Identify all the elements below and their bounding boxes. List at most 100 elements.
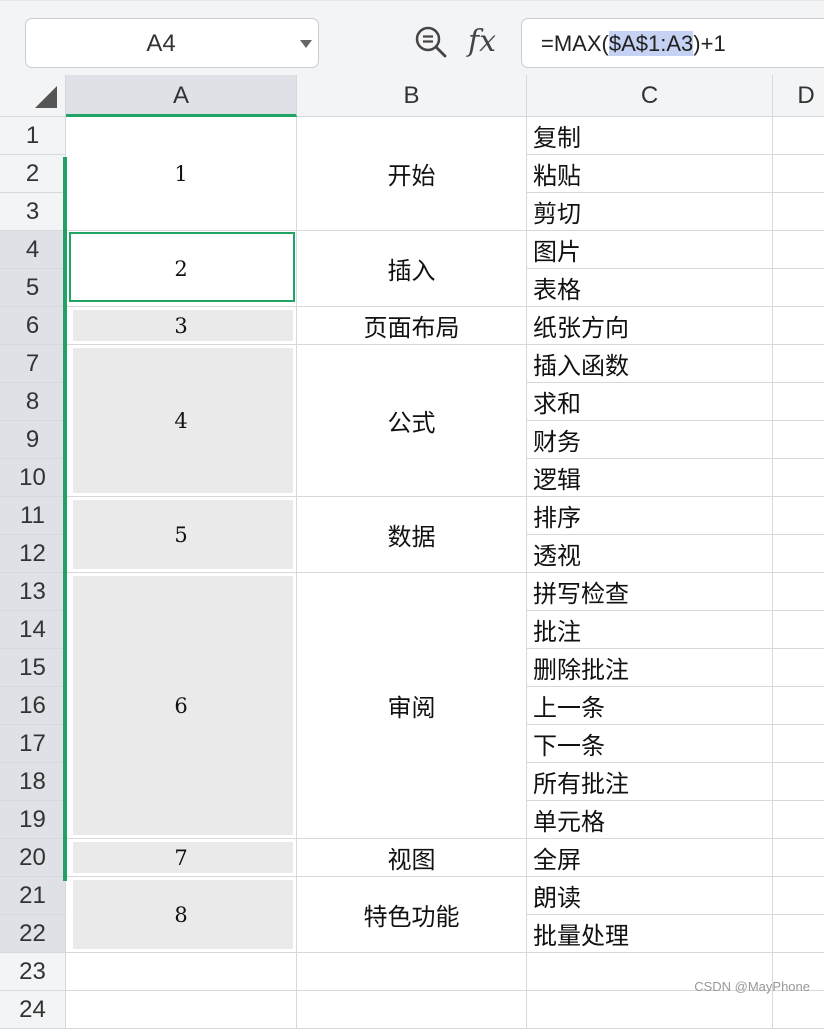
row-header-21[interactable]: 21 (0, 877, 66, 915)
fx-icon[interactable]: fx (468, 22, 496, 62)
cell-a-merged[interactable]: 7 (66, 839, 297, 877)
row-header-8[interactable]: 8 (0, 383, 66, 421)
cell-c[interactable]: 所有批注 (527, 763, 773, 801)
cell-c[interactable]: 逻辑 (527, 459, 773, 497)
cell-b-merged[interactable]: 开始 (297, 117, 527, 231)
cell-d[interactable] (773, 155, 824, 193)
row-header-20[interactable]: 20 (0, 839, 66, 877)
formula-input[interactable]: =MAX($A$1:A3)+1 (521, 18, 824, 68)
cell-d[interactable] (773, 345, 824, 383)
cell-c[interactable]: 表格 (527, 269, 773, 307)
cell-d[interactable] (773, 915, 824, 953)
row-header-22[interactable]: 22 (0, 915, 66, 953)
cell-c[interactable]: 财务 (527, 421, 773, 459)
select-all-triangle-icon[interactable] (35, 86, 57, 108)
row-header-11[interactable]: 11 (0, 497, 66, 535)
cell-b-merged[interactable]: 公式 (297, 345, 527, 497)
cell-empty[interactable] (66, 953, 297, 991)
row-header-1[interactable]: 1 (0, 117, 66, 155)
cell-d[interactable] (773, 991, 824, 1029)
cell-c[interactable]: 剪切 (527, 193, 773, 231)
cell-c[interactable]: 排序 (527, 497, 773, 535)
cell-empty[interactable] (66, 991, 297, 1029)
cell-d[interactable] (773, 459, 824, 497)
cell-b-merged[interactable]: 插入 (297, 231, 527, 307)
cell-a-merged[interactable]: 5 (66, 497, 297, 573)
cell-d[interactable] (773, 801, 824, 839)
row-header-12[interactable]: 12 (0, 535, 66, 573)
cell-d[interactable] (773, 611, 824, 649)
cell-d[interactable] (773, 573, 824, 611)
cell-c[interactable]: 粘贴 (527, 155, 773, 193)
row-header-17[interactable]: 17 (0, 725, 66, 763)
cell-c[interactable]: 删除批注 (527, 649, 773, 687)
column-header-d[interactable]: D (773, 75, 824, 117)
cell-d[interactable] (773, 421, 824, 459)
cell-a-merged[interactable]: 1 (66, 117, 297, 231)
cell-b-merged[interactable]: 特色功能 (297, 877, 527, 953)
cell-d[interactable] (773, 725, 824, 763)
cell-d[interactable] (773, 269, 824, 307)
cell-c[interactable]: 下一条 (527, 725, 773, 763)
column-header-b[interactable]: B (297, 75, 527, 117)
cell-d[interactable] (773, 307, 824, 345)
cell-b-merged[interactable]: 页面布局 (297, 307, 527, 345)
cell-c[interactable]: 朗读 (527, 877, 773, 915)
cell-c[interactable]: 插入函数 (527, 345, 773, 383)
row-header-15[interactable]: 15 (0, 649, 66, 687)
cell-d[interactable] (773, 763, 824, 801)
cell-d[interactable] (773, 649, 824, 687)
cell-b-merged[interactable]: 审阅 (297, 573, 527, 839)
row-header-13[interactable]: 13 (0, 573, 66, 611)
cell-d[interactable] (773, 497, 824, 535)
cell-b-merged[interactable]: 视图 (297, 839, 527, 877)
row-header-4[interactable]: 4 (0, 231, 66, 269)
cell-d[interactable] (773, 839, 824, 877)
cell-c[interactable]: 单元格 (527, 801, 773, 839)
row-header-6[interactable]: 6 (0, 307, 66, 345)
cell-c[interactable]: 全屏 (527, 839, 773, 877)
cell-a-merged[interactable]: 3 (66, 307, 297, 345)
cell-d[interactable] (773, 535, 824, 573)
cell-c[interactable]: 求和 (527, 383, 773, 421)
row-header-5[interactable]: 5 (0, 269, 66, 307)
zoom-formula-icon[interactable] (413, 24, 449, 60)
row-header-18[interactable]: 18 (0, 763, 66, 801)
row-header-7[interactable]: 7 (0, 345, 66, 383)
column-header-a[interactable]: A (66, 75, 297, 117)
cell-d[interactable] (773, 383, 824, 421)
cell-c[interactable]: 批注 (527, 611, 773, 649)
cell-c[interactable]: 透视 (527, 535, 773, 573)
cell-d[interactable] (773, 193, 824, 231)
column-header-c[interactable]: C (527, 75, 773, 117)
cell-c[interactable]: 拼写检查 (527, 573, 773, 611)
row-header-9[interactable]: 9 (0, 421, 66, 459)
row-header-16[interactable]: 16 (0, 687, 66, 725)
cell-a-merged[interactable]: 4 (66, 345, 297, 497)
cell-c[interactable]: 图片 (527, 231, 773, 269)
cell-a-merged[interactable]: 6 (66, 573, 297, 839)
cell-d[interactable] (773, 877, 824, 915)
cell-d[interactable] (773, 231, 824, 269)
cell-c[interactable]: 批量处理 (527, 915, 773, 953)
row-header-23[interactable]: 23 (0, 953, 66, 991)
row-header-24[interactable]: 24 (0, 991, 66, 1029)
cell-c[interactable] (527, 991, 773, 1029)
cell-empty[interactable] (297, 991, 527, 1029)
cell-c[interactable]: 上一条 (527, 687, 773, 725)
cell-b-merged[interactable]: 数据 (297, 497, 527, 573)
cell-empty[interactable] (297, 953, 527, 991)
select-all-corner[interactable] (0, 75, 66, 117)
row-header-10[interactable]: 10 (0, 459, 66, 497)
row-header-3[interactable]: 3 (0, 193, 66, 231)
row-header-14[interactable]: 14 (0, 611, 66, 649)
cell-d[interactable] (773, 687, 824, 725)
cell-d[interactable] (773, 117, 824, 155)
chevron-down-icon[interactable] (300, 40, 312, 48)
cell-c[interactable]: 复制 (527, 117, 773, 155)
name-box[interactable]: A4 (25, 18, 319, 68)
row-header-2[interactable]: 2 (0, 155, 66, 193)
cell-a-merged[interactable]: 8 (66, 877, 297, 953)
cell-c[interactable]: 纸张方向 (527, 307, 773, 345)
row-header-19[interactable]: 19 (0, 801, 66, 839)
